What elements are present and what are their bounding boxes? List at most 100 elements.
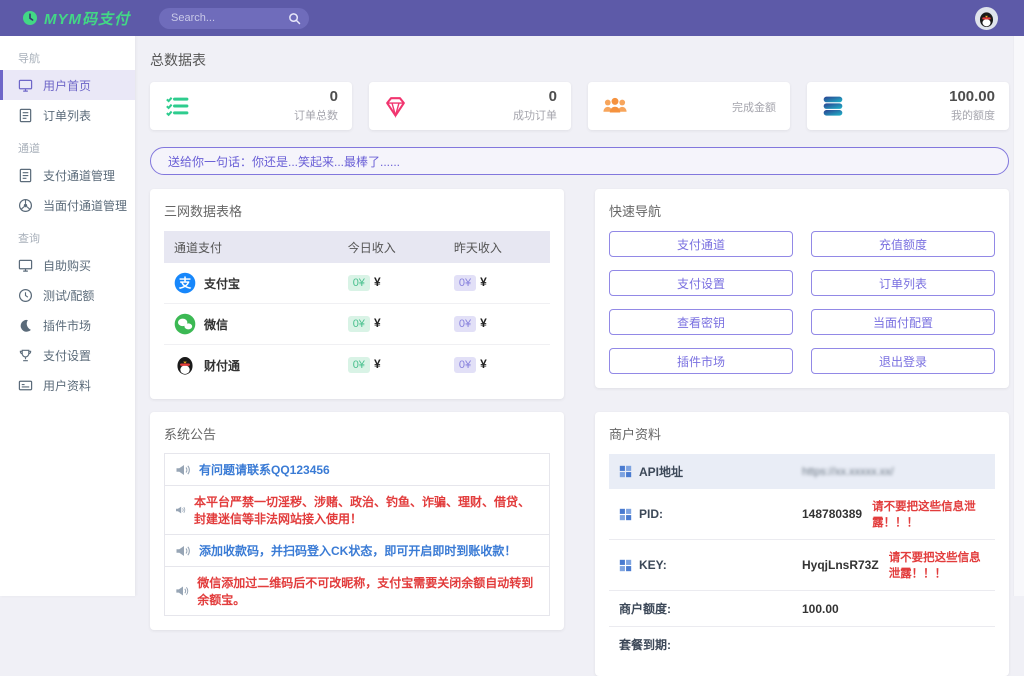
logo-clock-icon bbox=[22, 10, 38, 26]
sidebar-item-label: 支付设置 bbox=[43, 347, 91, 364]
panel-merchant-profile: 商户资料 API地址 https://xx.xxxxx.xx/ bbox=[595, 412, 1009, 676]
sidebar-item-label: 用户资料 bbox=[43, 377, 91, 394]
scrollbar-track[interactable] bbox=[1013, 36, 1024, 596]
quick-nav-pay-channel-button[interactable]: 支付通道 bbox=[609, 231, 793, 257]
header-search bbox=[159, 8, 309, 29]
panel-quick-nav: 快速导航 支付通道 充值额度 支付设置 订单列表 查看密钥 当面付配置 插件市场… bbox=[595, 189, 1009, 388]
notice-banner: 送给你一句话：你还是...笑起来...最棒了...... bbox=[150, 147, 1009, 175]
stat-value: 0 bbox=[294, 89, 338, 105]
sidebar-item-f2f-channel-mgmt[interactable]: 当面付通道管理 bbox=[0, 190, 135, 220]
quick-nav-recharge-quota-button[interactable]: 充值额度 bbox=[811, 231, 995, 257]
panel-title: 商户资料 bbox=[609, 424, 995, 443]
sidebar-item-label: 当面付通道管理 bbox=[43, 197, 127, 214]
merchant-quota-value: 100.00 bbox=[802, 602, 839, 616]
panel-title: 三网数据表格 bbox=[164, 201, 550, 220]
page-title: 总数据表 bbox=[150, 50, 1009, 70]
merchant-label: API地址 bbox=[639, 463, 683, 480]
currency-symbol: ¥ bbox=[480, 357, 487, 371]
channel-name: 财付通 bbox=[204, 357, 240, 374]
sidebar-item-test-quota[interactable]: 测试/配额 bbox=[0, 280, 135, 310]
merchant-row-quota: 商户额度: 100.00 bbox=[609, 591, 995, 627]
diamond-icon bbox=[383, 95, 408, 118]
sidebar-item-label: 插件市场 bbox=[43, 317, 91, 334]
search-input[interactable] bbox=[159, 8, 309, 29]
currency-symbol: ¥ bbox=[374, 357, 381, 371]
svg-text:支: 支 bbox=[178, 275, 192, 290]
currency-symbol: ¥ bbox=[480, 275, 487, 289]
quick-nav-f2f-config-button[interactable]: 当面付配置 bbox=[811, 309, 995, 335]
merchant-label: KEY: bbox=[639, 558, 667, 572]
panel-title: 快速导航 bbox=[609, 201, 995, 220]
grid-icon bbox=[619, 559, 632, 572]
sidebar-item-pay-settings[interactable]: 支付设置 bbox=[0, 340, 135, 370]
quick-nav-plugin-market-button[interactable]: 插件市场 bbox=[609, 348, 793, 374]
app-window: MYM码支付 导航 bbox=[0, 0, 1024, 596]
table-row: 微信 0¥¥ 0¥¥ bbox=[164, 304, 550, 345]
key-value: HyqjLnsR73Z bbox=[802, 558, 879, 572]
announcement-item: 本平台严禁一切淫秽、涉赌、政治、钓鱼、诈骗、理财、借贷、封建迷信等非法网站接入使… bbox=[164, 485, 550, 535]
announcement-item: 有问题请联系QQ123456 bbox=[164, 453, 550, 486]
yesterday-income-badge: 0¥ bbox=[454, 275, 476, 291]
megaphone-icon bbox=[175, 544, 191, 558]
merchant-label: PID: bbox=[639, 507, 663, 521]
qq-penguin-avatar-icon bbox=[977, 9, 996, 28]
brand-logo[interactable]: MYM码支付 bbox=[0, 8, 151, 29]
merchant-label: 商户额度: bbox=[619, 600, 671, 617]
channel-name: 支付宝 bbox=[204, 275, 240, 292]
stat-label: 完成金额 bbox=[732, 99, 776, 115]
sidebar-item-pay-channel-mgmt[interactable]: 支付通道管理 bbox=[0, 160, 135, 190]
column-header: 今日收入 bbox=[338, 231, 444, 263]
disc-icon bbox=[18, 198, 33, 213]
monitor-icon bbox=[18, 78, 33, 93]
alipay-icon: 支 bbox=[174, 272, 196, 294]
user-avatar[interactable] bbox=[975, 7, 998, 30]
search-icon[interactable] bbox=[288, 12, 301, 25]
sidebar-item-self-buy[interactable]: 自助购买 bbox=[0, 250, 135, 280]
merchant-row-package-expiry: 套餐到期: bbox=[609, 627, 995, 662]
sidebar: 导航 用户首页 订单列表 通道 bbox=[0, 36, 135, 596]
clock-icon bbox=[18, 288, 33, 303]
sidebar-item-user-home[interactable]: 用户首页 bbox=[0, 70, 135, 100]
quick-nav-view-key-button[interactable]: 查看密钥 bbox=[609, 309, 793, 335]
sidebar-item-plugin-market[interactable]: 插件市场 bbox=[0, 310, 135, 340]
app-title: MYM码支付 bbox=[44, 8, 130, 29]
sidebar-item-label: 测试/配额 bbox=[43, 287, 94, 304]
merchant-row-key: KEY: HyqjLnsR73Z 请不要把这些信息泄露！！！ bbox=[609, 540, 995, 591]
monitor-icon bbox=[18, 258, 33, 273]
stat-card-total-orders: 0 订单总数 bbox=[150, 82, 352, 130]
top-header: MYM码支付 bbox=[0, 0, 1024, 36]
announcement-text: 有问题请联系QQ123456 bbox=[199, 461, 330, 478]
sidebar-section-query: 查询 bbox=[0, 230, 135, 246]
list-icon bbox=[18, 108, 33, 123]
announcement-text: 本平台严禁一切淫秽、涉赌、政治、钓鱼、诈骗、理财、借贷、封建迷信等非法网站接入使… bbox=[194, 493, 539, 527]
stat-label: 我的额度 bbox=[949, 107, 995, 123]
merchant-label: 套餐到期: bbox=[619, 636, 671, 653]
quick-nav-pay-settings-button[interactable]: 支付设置 bbox=[609, 270, 793, 296]
idcard-icon bbox=[18, 378, 33, 393]
stat-value: 0 bbox=[513, 89, 557, 105]
panel-network-table: 三网数据表格 通道支付 今日收入 昨天收入 bbox=[150, 189, 564, 399]
checklist-icon bbox=[164, 95, 190, 117]
announcement-item: 微信添加过二维码后不可改昵称，支付宝需要关闭余额自动转到余额宝。 bbox=[164, 566, 550, 616]
trophy-icon bbox=[18, 348, 33, 363]
sidebar-item-label: 订单列表 bbox=[43, 107, 91, 124]
currency-symbol: ¥ bbox=[374, 316, 381, 330]
main-content: 总数据表 0 订单总数 bbox=[135, 36, 1024, 596]
channel-name: 微信 bbox=[204, 316, 228, 333]
column-header: 通道支付 bbox=[164, 231, 338, 263]
stat-label: 订单总数 bbox=[294, 107, 338, 123]
api-url-value: https://xx.xxxxx.xx/ bbox=[802, 466, 894, 478]
stat-card-success-orders: 0 成功订单 bbox=[369, 82, 571, 130]
wechat-icon bbox=[174, 313, 196, 335]
sidebar-item-user-profile[interactable]: 用户资料 bbox=[0, 370, 135, 400]
announcement-text: 微信添加过二维码后不可改昵称，支付宝需要关闭余额自动转到余额宝。 bbox=[197, 574, 539, 608]
quick-nav-order-list-button[interactable]: 订单列表 bbox=[811, 270, 995, 296]
yesterday-income-badge: 0¥ bbox=[454, 357, 476, 373]
sidebar-item-order-list[interactable]: 订单列表 bbox=[0, 100, 135, 130]
moon-icon bbox=[18, 318, 33, 333]
merchant-row-pid: PID: 148780389 请不要把这些信息泄露！！！ bbox=[609, 489, 995, 540]
panel-title: 系统公告 bbox=[164, 424, 550, 443]
leak-warning-text: 请不要把这些信息泄露！！！ bbox=[889, 549, 985, 581]
quick-nav-logout-button[interactable]: 退出登录 bbox=[811, 348, 995, 374]
stat-card-my-quota: 100.00 我的额度 bbox=[807, 82, 1009, 130]
